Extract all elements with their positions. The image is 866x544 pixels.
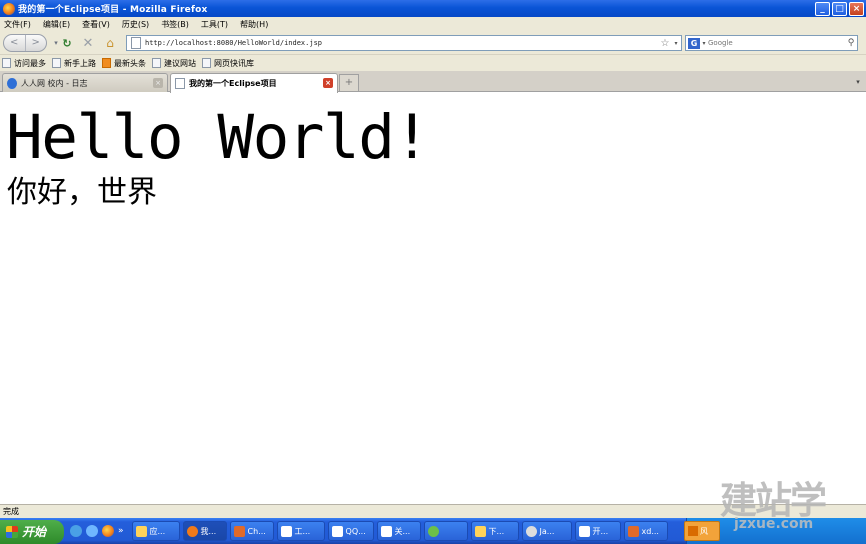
watermark-subtext: jzxue.com bbox=[734, 516, 814, 532]
settings-icon bbox=[578, 525, 590, 537]
eclipse-icon bbox=[525, 525, 537, 537]
search-bar[interactable]: G ▾ ⚲ bbox=[685, 35, 858, 51]
taskbar-button[interactable]: xd... bbox=[623, 521, 668, 541]
folder-icon bbox=[135, 525, 147, 537]
tab-label: 我的第一个Eclipse项目 bbox=[189, 79, 277, 88]
document-icon bbox=[280, 525, 292, 537]
search-input[interactable] bbox=[708, 39, 845, 47]
start-label: 开始 bbox=[22, 525, 47, 539]
menu-file[interactable]: 文件(F) bbox=[4, 19, 31, 30]
bookmark-label: 建议网站 bbox=[164, 58, 196, 68]
firefox-icon bbox=[186, 525, 198, 537]
search-icon[interactable]: ⚲ bbox=[845, 38, 857, 48]
bookmark-page-icon bbox=[52, 58, 61, 68]
tab-close-icon[interactable]: × bbox=[153, 78, 163, 88]
taskbar-button[interactable]: 工... bbox=[276, 521, 325, 541]
forward-button[interactable]: > bbox=[26, 35, 47, 51]
menu-help[interactable]: 帮助(H) bbox=[240, 19, 268, 30]
qq-icon[interactable] bbox=[86, 525, 98, 537]
tab-close-icon[interactable]: × bbox=[323, 78, 333, 88]
renren-icon bbox=[7, 77, 17, 89]
bookmark-label: 最新头条 bbox=[114, 58, 146, 68]
history-dropdown-icon[interactable]: ▾ bbox=[52, 34, 60, 52]
hello-world-heading: Hello World! bbox=[6, 102, 430, 173]
rss-icon bbox=[102, 58, 111, 68]
home-icon[interactable]: ⌂ bbox=[102, 34, 118, 52]
bookmark-item[interactable]: 新手上路 bbox=[52, 58, 96, 69]
windows-logo-icon bbox=[6, 525, 18, 538]
chrome-icon bbox=[233, 525, 245, 537]
tab-list-dropdown-icon[interactable]: ▾ bbox=[852, 75, 864, 89]
url-dropdown-icon[interactable]: ▾ bbox=[671, 40, 681, 47]
firefox-icon bbox=[3, 2, 15, 15]
window-title: 我的第一个Eclipse项目 - Mozilla Firefox bbox=[18, 5, 208, 15]
menu-tools[interactable]: 工具(T) bbox=[201, 19, 228, 30]
taskbar-button[interactable]: 应... bbox=[131, 521, 180, 541]
bookmark-label: 新手上路 bbox=[64, 58, 96, 68]
url-text[interactable]: http://localhost:8080/HelloWorld/index.j… bbox=[145, 39, 659, 47]
taskbar-button[interactable]: 我... bbox=[182, 521, 227, 541]
page-icon bbox=[131, 37, 141, 49]
tab-strip: 人人网 校内 - 日志 × 我的第一个Eclipse项目 × + ▾ bbox=[0, 71, 866, 93]
app-icon bbox=[427, 525, 439, 537]
menu-history[interactable]: 历史(S) bbox=[122, 19, 149, 30]
watermark: 建站学 jzxue.com bbox=[720, 470, 860, 540]
folder-icon bbox=[474, 525, 486, 537]
bookmark-item[interactable]: 访问最多 bbox=[2, 58, 46, 69]
search-engine-dropdown-icon[interactable]: ▾ bbox=[700, 40, 708, 47]
new-tab-button[interactable]: + bbox=[339, 74, 359, 91]
bookmarks-toolbar: 访问最多 新手上路 最新头条 建议网站 网页快讯库 bbox=[0, 55, 866, 71]
quick-launch: » bbox=[64, 525, 132, 537]
menubar: 文件(F) 编辑(E) 查看(V) 历史(S) 书签(B) 工具(T) 帮助(H… bbox=[0, 17, 866, 31]
minimize-button[interactable]: _ bbox=[815, 1, 830, 16]
bookmark-item[interactable]: 建议网站 bbox=[152, 58, 196, 69]
taskbar-button[interactable]: 下... bbox=[470, 521, 519, 541]
taskbar-button[interactable]: Ch... bbox=[229, 521, 274, 541]
bookmark-page-icon bbox=[202, 58, 211, 68]
window-titlebar: 我的第一个Eclipse项目 - Mozilla Firefox _ □ × bbox=[0, 0, 866, 17]
page-icon bbox=[175, 78, 185, 89]
back-forward-group: < > bbox=[3, 34, 47, 52]
document-icon bbox=[331, 525, 343, 537]
tab-label: 人人网 校内 - 日志 bbox=[21, 78, 88, 88]
start-button[interactable]: 开始 bbox=[0, 519, 64, 544]
bookmark-page-icon bbox=[2, 58, 11, 68]
taskbar-button[interactable]: 关... bbox=[376, 521, 421, 541]
menu-edit[interactable]: 编辑(E) bbox=[43, 19, 70, 30]
back-button[interactable]: < bbox=[4, 35, 26, 51]
taskbar-button[interactable]: QQ... bbox=[327, 521, 374, 541]
quick-launch-chevron-icon[interactable]: » bbox=[118, 526, 124, 536]
google-icon[interactable]: G bbox=[688, 37, 700, 49]
ime-indicator[interactable]: 风 bbox=[684, 521, 720, 541]
bookmark-label: 访问最多 bbox=[14, 58, 46, 68]
bookmark-item[interactable]: 最新头条 bbox=[102, 58, 146, 69]
bookmark-item[interactable]: 网页快讯库 bbox=[202, 58, 254, 69]
taskbar-button[interactable]: Ja... bbox=[521, 521, 572, 541]
document-icon bbox=[380, 525, 392, 537]
page-content: Hello World! 你好，世界 bbox=[0, 93, 866, 504]
url-bar[interactable]: http://localhost:8080/HelloWorld/index.j… bbox=[126, 35, 682, 51]
hello-world-chinese-heading: 你好，世界 bbox=[7, 175, 157, 210]
taskbar-button[interactable]: 开... bbox=[574, 521, 621, 541]
app-icon bbox=[627, 525, 639, 537]
maximize-button[interactable]: □ bbox=[832, 1, 847, 16]
stop-icon[interactable]: ✕ bbox=[80, 34, 96, 52]
bookmark-star-icon[interactable]: ☆ bbox=[659, 38, 671, 49]
status-text: 完成 bbox=[3, 507, 19, 516]
firefox-icon[interactable] bbox=[102, 525, 114, 537]
navigation-toolbar: < > ▾ ↻ ✕ ⌂ http://localhost:8080/HelloW… bbox=[0, 31, 866, 55]
ime-icon bbox=[688, 526, 698, 536]
taskbar-button[interactable] bbox=[423, 521, 468, 541]
menu-view[interactable]: 查看(V) bbox=[82, 19, 110, 30]
menu-bookmarks[interactable]: 书签(B) bbox=[161, 19, 189, 30]
close-button[interactable]: × bbox=[849, 1, 864, 16]
ie-icon[interactable] bbox=[70, 525, 82, 537]
tab-eclipse-project[interactable]: 我的第一个Eclipse项目 × bbox=[170, 73, 338, 93]
bookmark-label: 网页快讯库 bbox=[214, 58, 254, 68]
bookmark-page-icon bbox=[152, 58, 161, 68]
tab-renren[interactable]: 人人网 校内 - 日志 × bbox=[2, 73, 168, 92]
reload-icon[interactable]: ↻ bbox=[60, 34, 74, 52]
